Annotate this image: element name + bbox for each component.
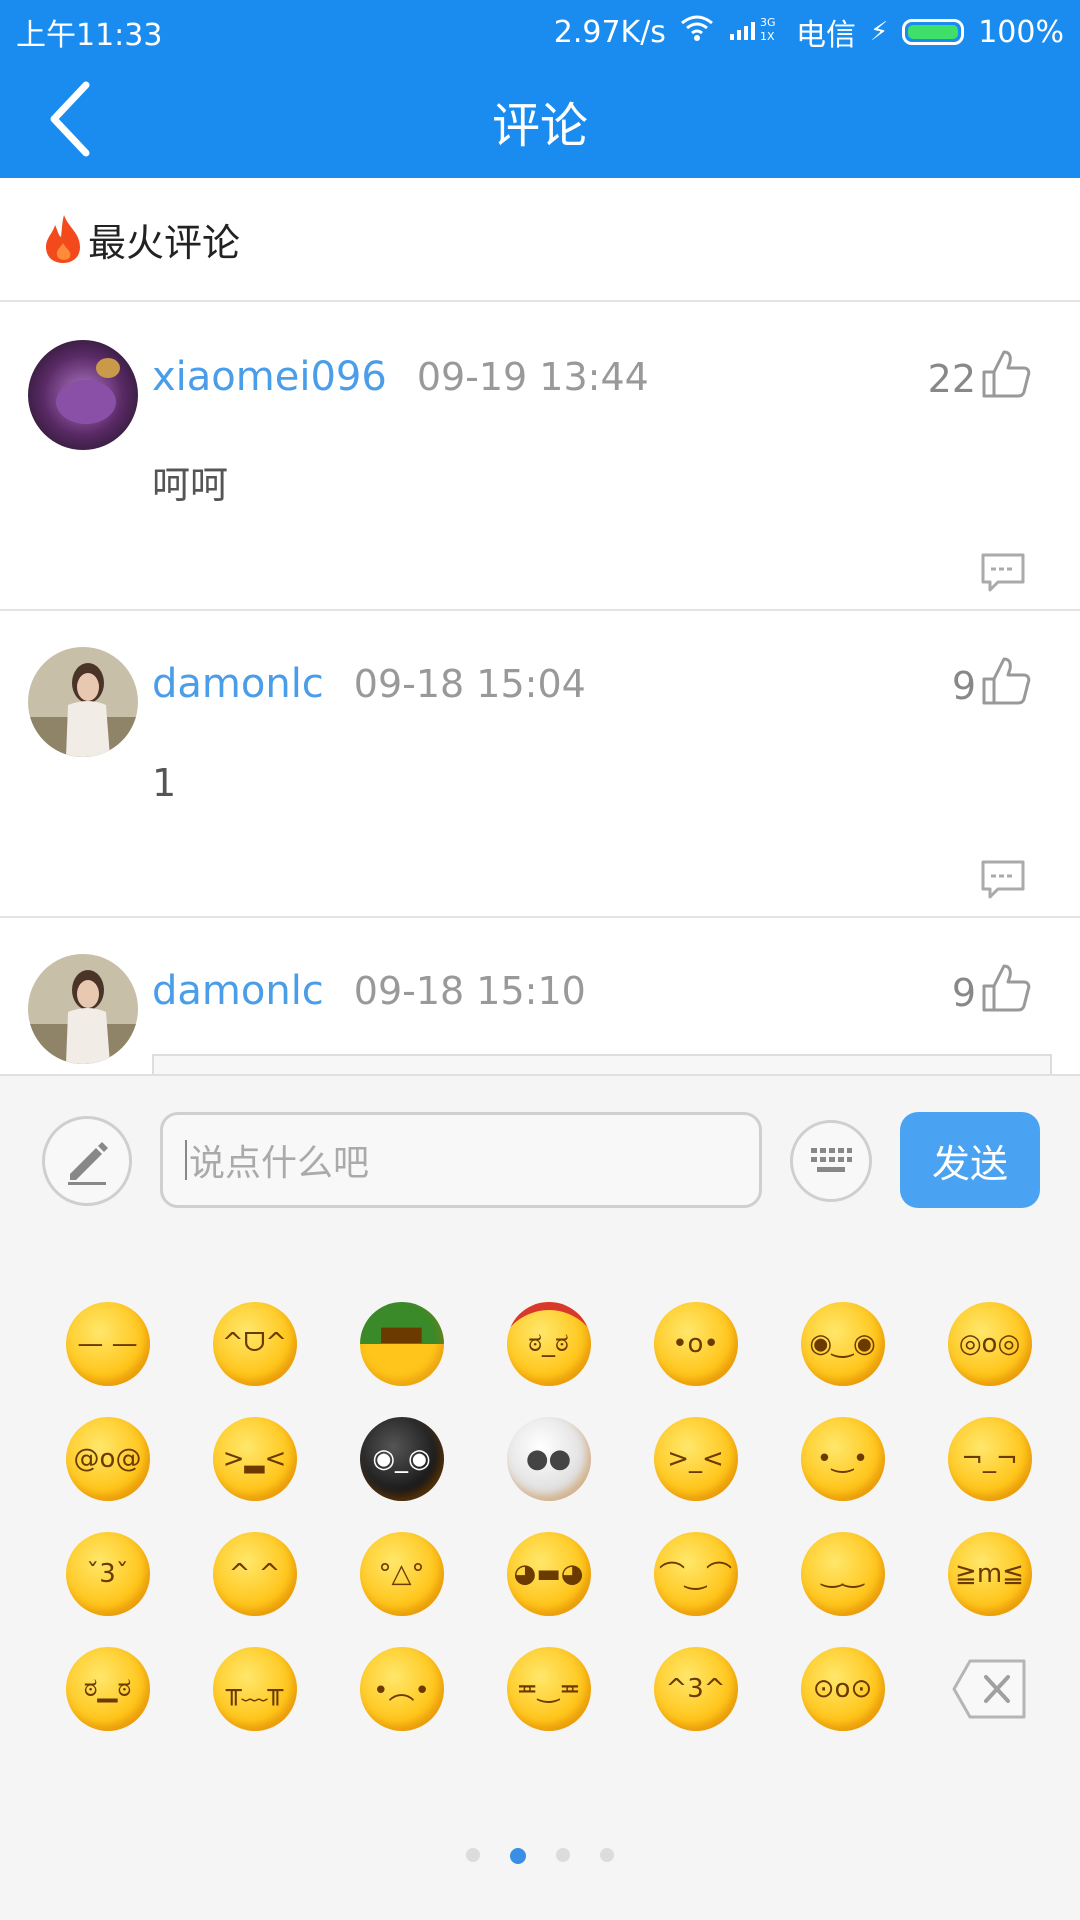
signal-icon: 3G 1X: [728, 14, 782, 50]
text-cursor: [185, 1140, 187, 1180]
kiss-emoji[interactable]: ^3^: [622, 1631, 769, 1746]
emoji-page-indicator: [0, 1848, 1080, 1864]
timestamp: 09-19 13:44: [416, 355, 649, 399]
pleased-emoji[interactable]: ‿‿: [769, 1516, 916, 1631]
thumbs-up-icon: [982, 964, 1031, 1012]
like-button[interactable]: 22: [928, 348, 1032, 400]
content-emoji[interactable]: ⌒‿⌒: [622, 1516, 769, 1631]
charging-icon: ⚡: [869, 17, 889, 47]
sad-emoji[interactable]: •︵•: [328, 1631, 475, 1746]
shocked-emoji[interactable]: ◎o◎: [916, 1286, 1063, 1401]
wifi-icon: [680, 14, 714, 50]
thumbs-up-icon: [982, 350, 1031, 398]
avatar[interactable]: [28, 647, 138, 757]
page-title: 评论: [491, 98, 588, 154]
title-bar: 评论: [0, 56, 1080, 178]
like-button[interactable]: 9: [952, 962, 1032, 1014]
dizzy-emoji[interactable]: @o@: [34, 1401, 181, 1516]
username[interactable]: xiaomei096: [152, 354, 387, 400]
backspace-icon: [952, 1659, 1025, 1718]
section-title: 最火评论: [88, 220, 241, 265]
surprised-emoji[interactable]: •o•: [622, 1286, 769, 1401]
dark-sweat-emoji[interactable]: ◉_◉: [328, 1401, 475, 1516]
battery-icon: [902, 19, 965, 45]
comment-header: xiaomei096 09-19 13:44: [152, 354, 649, 400]
network-speed: 2.97K/s: [553, 14, 666, 50]
like-button[interactable]: 9: [952, 655, 1032, 707]
edit-button[interactable]: [42, 1116, 132, 1206]
status-bar: 上午11:33 2.97K/s 3G 1X 电信 ⚡ 100%: [0, 0, 1080, 56]
sly-emoji[interactable]: ≖‿≖: [475, 1631, 622, 1746]
reply-icon[interactable]: [980, 552, 1026, 594]
like-count: 22: [927, 357, 976, 401]
hands-cover-emoji[interactable]: ^ ^: [181, 1516, 328, 1631]
crying-emoji[interactable]: >▂<: [181, 1401, 328, 1516]
angry-headband-emoji[interactable]: ಠ_ಠ: [475, 1286, 622, 1401]
comment-text: 1: [152, 761, 177, 805]
timestamp: 09-18 15:10: [353, 969, 586, 1013]
grin-emoji[interactable]: ◕▬◕: [475, 1516, 622, 1631]
avatar[interactable]: [28, 340, 138, 450]
fire-icon: [46, 215, 80, 263]
comment-text: 呵呵: [152, 463, 229, 507]
page-dot[interactable]: [466, 1848, 480, 1862]
app-header: 上午11:33 2.97K/s 3G 1X 电信 ⚡ 100% 评论: [0, 0, 1080, 178]
skull-emoji[interactable]: ●●: [475, 1401, 622, 1516]
hot-comments-header: 最火评论: [0, 178, 1080, 302]
carrier-label: 电信: [795, 18, 856, 53]
reply-icon[interactable]: [980, 859, 1026, 901]
timestamp: 09-18 15:04: [353, 662, 586, 706]
avatar[interactable]: [28, 954, 138, 1064]
delete-key[interactable]: [916, 1631, 1063, 1746]
comment-input-panel: 说点什么吧 发送 — — ^ᗜ^ ▀▀ ಠ_ಠ •o• ◉‿◉ ◎o◎ @o@ …: [0, 1074, 1080, 1920]
snicker-emoji[interactable]: ≧m≦: [916, 1516, 1063, 1631]
grumpy-emoji[interactable]: ಠ▁ಠ: [34, 1631, 181, 1746]
shy-emoji[interactable]: ˇ3ˇ: [34, 1516, 181, 1631]
battery-percent: 100%: [978, 14, 1064, 50]
thumbs-up-icon: [982, 657, 1031, 705]
send-button[interactable]: 发送: [900, 1112, 1040, 1208]
sweat-emoji[interactable]: — —: [34, 1286, 181, 1401]
username[interactable]: damonlc: [152, 661, 324, 707]
input-placeholder: 说点什么吧: [189, 1143, 370, 1184]
emoji-grid: — — ^ᗜ^ ▀▀ ಠ_ಠ •o• ◉‿◉ ◎o◎ @o@ >▂< ◉_◉ ●…: [34, 1286, 1046, 1746]
comment-item: xiaomei096 09-19 13:44 22 呵呵: [0, 304, 1080, 611]
soldier-emoji[interactable]: ▀▀: [328, 1286, 475, 1401]
thinking-emoji[interactable]: •‿•: [769, 1401, 916, 1516]
status-right: 2.97K/s 3G 1X 电信 ⚡ 100%: [554, 10, 1064, 54]
startled-emoji[interactable]: ⊙o⊙: [769, 1631, 916, 1746]
svg-text:3G: 3G: [760, 16, 776, 29]
page-dot[interactable]: [600, 1848, 614, 1862]
nervous-emoji[interactable]: °△°: [328, 1516, 475, 1631]
page-dot[interactable]: [556, 1848, 570, 1862]
smug-emoji[interactable]: ¬_¬: [916, 1401, 1063, 1516]
comment-header: damonlc 09-18 15:04: [152, 661, 586, 707]
status-time: 上午11:33: [16, 18, 163, 53]
keyboard-toggle-button[interactable]: [790, 1120, 872, 1202]
comment-header: damonlc 09-18 15:10: [152, 968, 586, 1014]
like-count: 9: [951, 664, 976, 708]
laugh-emoji[interactable]: ^ᗜ^: [181, 1286, 328, 1401]
username[interactable]: damonlc: [152, 968, 324, 1014]
like-count: 9: [951, 971, 976, 1015]
comment-item: damonlc 09-18 15:04 9 1: [0, 611, 1080, 918]
comment-input[interactable]: 说点什么吧: [160, 1112, 762, 1208]
svg-text:1X: 1X: [760, 30, 775, 42]
pencil-icon: [68, 1142, 108, 1185]
page-dot-active[interactable]: [510, 1848, 526, 1864]
confused-emoji[interactable]: ◉‿◉: [769, 1286, 916, 1401]
keyboard-icon: [811, 1148, 852, 1172]
hammer-emoji[interactable]: >_<: [622, 1401, 769, 1516]
pout-emoji[interactable]: ╥﹏╥: [181, 1631, 328, 1746]
